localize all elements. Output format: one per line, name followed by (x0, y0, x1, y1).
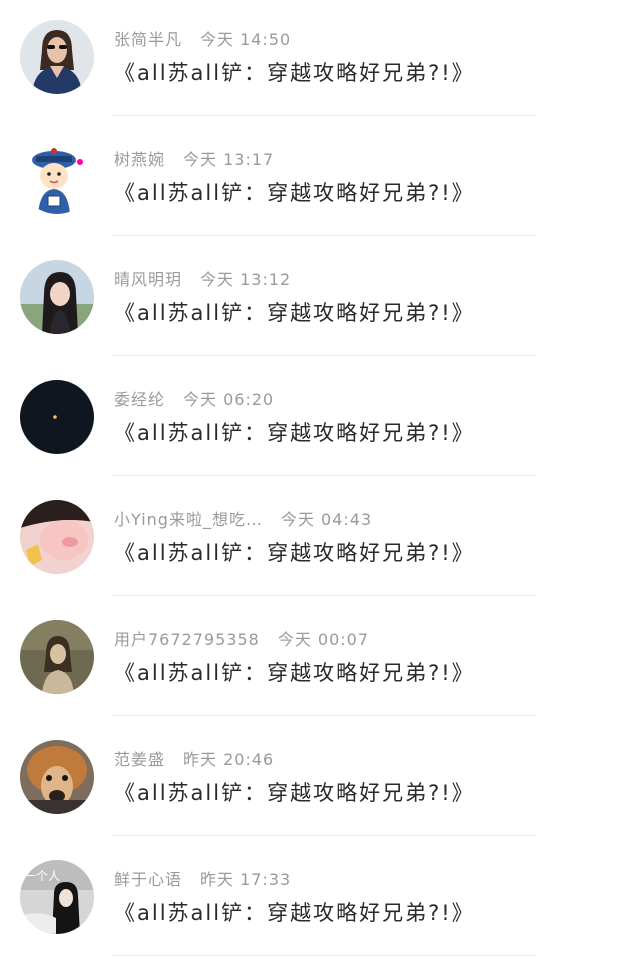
comment-text: 《all苏all铲：穿越攻略好兄弟?!》 (114, 301, 475, 325)
comment-item[interactable]: 张简半凡 今天 14:50 《all苏all铲：穿越攻略好兄弟?!》 (0, 0, 640, 120)
username[interactable]: 范姜盛 (114, 750, 165, 769)
vintage-girl-avatar[interactable] (20, 620, 94, 694)
comment-meta: 委经纶 今天 06:20 (114, 388, 274, 412)
comment-meta: 晴风明玥 今天 13:12 (114, 268, 291, 292)
divider (112, 955, 536, 956)
comment-text: 《all苏all铲：穿越攻略好兄弟?!》 (114, 781, 475, 805)
comment-meta: 范姜盛 昨天 20:46 (114, 748, 274, 772)
comment-item[interactable]: 晴风明玥 今天 13:12 《all苏all铲：穿越攻略好兄弟?!》 (0, 240, 640, 360)
girl-portrait-avatar[interactable] (20, 260, 94, 334)
timestamp: 今天 04:43 (280, 510, 373, 529)
comment-text: 《all苏all铲：穿越攻略好兄弟?!》 (114, 661, 475, 685)
timestamp: 今天 14:50 (200, 30, 292, 49)
divider (112, 115, 536, 116)
username[interactable]: 用户7672795358 (114, 630, 260, 649)
comment-list: 张简半凡 今天 14:50 《all苏all铲：穿越攻略好兄弟?!》 树燕婉 今天 … (0, 0, 640, 958)
divider (112, 355, 536, 356)
timestamp: 今天 13:17 (183, 150, 275, 169)
comment-item[interactable]: 一个人 鲜于心语 昨天 17:33 《all苏all铲：穿越攻略好兄弟?!》 (0, 840, 640, 960)
comment-item[interactable]: 用户7672795358 今天 00:07 《all苏all铲：穿越攻略好兄弟?!… (0, 600, 640, 720)
cartoon-qing-official-avatar[interactable] (20, 140, 94, 214)
comment-item[interactable]: 委经纶 今天 06:20 《all苏all铲：穿越攻略好兄弟?!》 (0, 360, 640, 480)
timestamp: 今天 13:12 (200, 270, 292, 289)
alpaca-avatar[interactable] (20, 740, 94, 814)
blurred-face-avatar[interactable] (20, 500, 94, 574)
woman-sunglasses-avatar[interactable] (20, 20, 94, 94)
comment-text: 《all苏all铲：穿越攻略好兄弟?!》 (114, 61, 475, 85)
username[interactable]: 晴风明玥 (114, 270, 182, 289)
username[interactable]: 鲜于心语 (114, 870, 182, 889)
divider (112, 235, 536, 236)
comment-item[interactable]: 小Ying来啦_想吃… 今天 04:43 《all苏all铲：穿越攻略好兄弟?!》 (0, 480, 640, 600)
timestamp: 昨天 20:46 (183, 750, 275, 769)
comment-meta: 张简半凡 今天 14:50 (114, 28, 291, 52)
timestamp: 今天 00:07 (277, 630, 370, 649)
username[interactable]: 树燕婉 (114, 150, 165, 169)
comment-meta: 用户7672795358 今天 00:07 (114, 628, 369, 652)
comment-meta: 树燕婉 今天 13:17 (114, 148, 274, 172)
one-person-avatar[interactable]: 一个人 (20, 860, 94, 934)
divider (112, 595, 536, 596)
comment-text: 《all苏all铲：穿越攻略好兄弟?!》 (114, 181, 475, 205)
comment-meta: 鲜于心语 昨天 17:33 (114, 868, 291, 892)
username[interactable]: 小Ying来啦_想吃… (114, 510, 263, 529)
divider (112, 715, 536, 716)
timestamp: 昨天 17:33 (200, 870, 292, 889)
comment-item[interactable]: 树燕婉 今天 13:17 《all苏all铲：穿越攻略好兄弟?!》 (0, 120, 640, 240)
username[interactable]: 委经纶 (114, 390, 165, 409)
divider (112, 475, 536, 476)
comment-text: 《all苏all铲：穿越攻略好兄弟?!》 (114, 421, 475, 445)
divider (112, 835, 536, 836)
avatar-caption: 一个人 (24, 869, 60, 883)
comment-meta: 小Ying来啦_想吃… 今天 04:43 (114, 508, 372, 532)
night-sky-avatar[interactable] (20, 380, 94, 454)
comment-item[interactable]: 范姜盛 昨天 20:46 《all苏all铲：穿越攻略好兄弟?!》 (0, 720, 640, 840)
comment-text: 《all苏all铲：穿越攻略好兄弟?!》 (114, 541, 475, 565)
username[interactable]: 张简半凡 (114, 30, 182, 49)
timestamp: 今天 06:20 (183, 390, 275, 409)
comment-text: 《all苏all铲：穿越攻略好兄弟?!》 (114, 901, 475, 925)
